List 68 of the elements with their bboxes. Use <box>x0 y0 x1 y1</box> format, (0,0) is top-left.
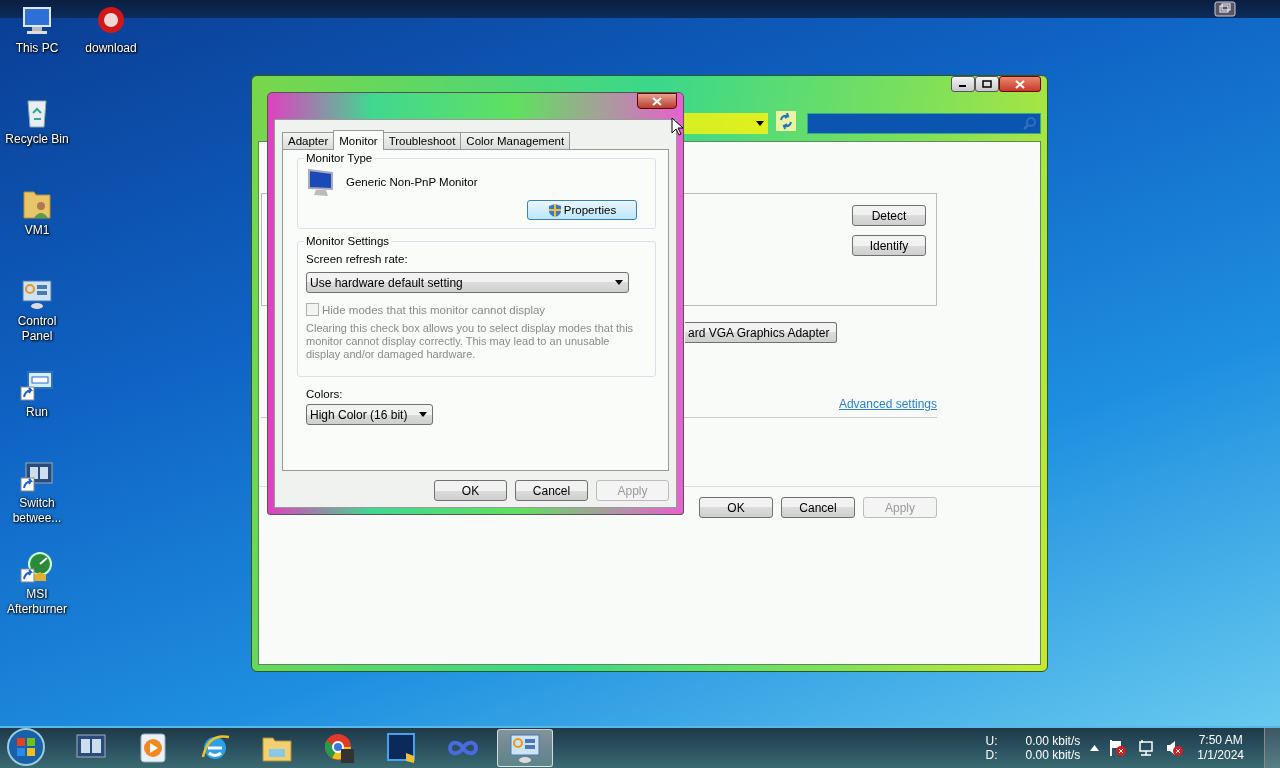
restore-window-icon[interactable] <box>1214 1 1236 17</box>
clock-date: 1/1/2024 <box>1197 748 1244 763</box>
flag-error-icon[interactable] <box>1109 739 1128 757</box>
monitor-name: Generic Non-PnP Monitor <box>346 176 478 188</box>
dropdown-value: High Color (16 bit) <box>310 407 408 422</box>
desktop-icon-label[interactable]: Control Panel <box>1 314 73 344</box>
group-title: Monitor Type <box>304 152 375 164</box>
maximize-icon <box>982 79 992 89</box>
refresh-icon[interactable] <box>776 111 796 131</box>
browser-icon <box>322 731 356 765</box>
close-button[interactable] <box>999 76 1041 92</box>
desktop-icon-label[interactable]: This PC <box>1 41 73 56</box>
start-button[interactable] <box>5 726 47 767</box>
checkbox-label: Hide modes that this monitor cannot display <box>322 303 546 316</box>
desktop-icon-label[interactable]: Recycle Bin <box>1 132 73 147</box>
network-label: D: <box>985 748 999 762</box>
run-window-icon[interactable] <box>20 368 54 402</box>
pointer-icon <box>671 117 683 136</box>
close-icon <box>1015 79 1025 89</box>
dialog-button[interactable]: OK <box>699 497 773 518</box>
caret-icon <box>615 280 623 285</box>
gauge-icon[interactable] <box>20 550 54 584</box>
shield-icon <box>547 202 562 218</box>
colors-dropdown[interactable]: High Color (16 bit) <box>306 404 433 425</box>
close-icon <box>652 96 662 106</box>
dialog-button[interactable]: OK <box>434 480 507 501</box>
tab[interactable]: Color Management <box>460 132 571 149</box>
close-button[interactable] <box>637 93 677 109</box>
speaker-muted-icon[interactable] <box>1165 739 1184 757</box>
tab[interactable]: Monitor <box>333 130 384 150</box>
field-label: Colors: <box>306 388 344 400</box>
desktop-icon-label[interactable]: MSI Afterburner <box>1 587 73 617</box>
desktop-icon-label[interactable]: download <box>75 41 147 56</box>
search-field[interactable] <box>807 112 1041 134</box>
dialog-button[interactable]: Identify <box>852 235 926 256</box>
control-panel-icon <box>508 731 542 765</box>
tab[interactable]: Troubleshoot <box>382 132 462 149</box>
network-label: U: <box>985 734 999 748</box>
network-speed: 0.00 kbit/s <box>1025 748 1081 762</box>
clock[interactable]: 7:50 AM 1/1/2024 <box>1197 733 1244 763</box>
adapter-dropdown[interactable]: ard VGA Graphics Adapter <box>685 322 837 343</box>
maximize-button[interactable] <box>975 76 999 92</box>
dialog-button[interactable]: Detect <box>852 205 926 226</box>
desktop-icon-label[interactable]: VM1 <box>1 223 73 238</box>
advanced-settings-link[interactable]: Advanced settings <box>838 397 937 411</box>
group-title: Monitor Settings <box>304 235 392 247</box>
network-speed: 0.00 kbit/s <box>1025 734 1081 748</box>
desktop-icon-label[interactable]: Run <box>1 405 73 420</box>
chevron-up-icon[interactable] <box>1090 745 1100 751</box>
dialog-button[interactable]: Cancel <box>515 480 588 501</box>
field-label: Screen refresh rate: <box>306 253 409 265</box>
properties-button[interactable]: Properties <box>527 200 637 220</box>
dialog-button[interactable]: Cancel <box>781 497 855 518</box>
dropdown-value: Use hardware default setting <box>310 275 463 290</box>
network-icon[interactable] <box>1137 739 1156 757</box>
tab[interactable]: Adapter <box>282 132 335 149</box>
image-editor-icon <box>384 731 418 765</box>
caret-icon <box>419 412 427 417</box>
control-panel-icon[interactable] <box>20 277 54 311</box>
desktop-icon-label[interactable]: Switch betwee... <box>1 496 73 526</box>
refresh-rate-dropdown[interactable]: Use hardware default setting <box>306 272 629 293</box>
dropdown-value: ard VGA Graphics Adapter <box>688 325 830 340</box>
clock-time: 7:50 AM <box>1198 733 1243 748</box>
help-text: Clearing this check box allows you to select display modes that this monitor cannot display correctly. This may lead to an unusable display and/or damaged hardware. <box>306 322 635 361</box>
caret-icon <box>756 120 764 126</box>
windows-stack-icon[interactable] <box>20 459 54 493</box>
minimize-button[interactable] <box>951 76 975 92</box>
search-icon <box>1023 116 1037 130</box>
